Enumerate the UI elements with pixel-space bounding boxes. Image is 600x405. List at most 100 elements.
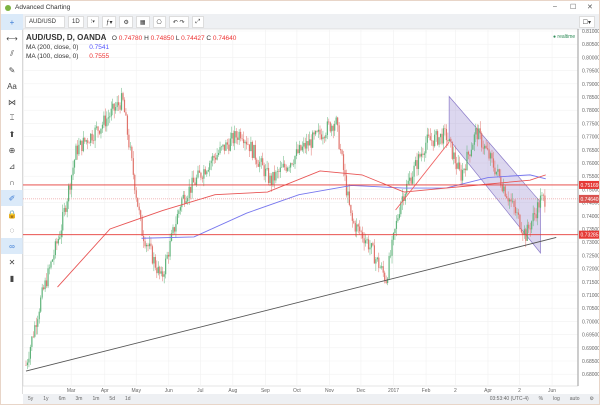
candle-body bbox=[94, 127, 96, 141]
candle-body bbox=[210, 160, 212, 164]
candle-body bbox=[441, 133, 443, 144]
candle-body bbox=[516, 212, 518, 214]
candle-body bbox=[134, 174, 136, 191]
gear-icon[interactable]: ⚙ bbox=[585, 396, 599, 402]
candle-body bbox=[281, 166, 283, 168]
low-value: 0.74427 bbox=[181, 35, 205, 42]
candle-body bbox=[429, 136, 431, 141]
candle-body bbox=[459, 162, 461, 170]
candle-body bbox=[507, 198, 509, 202]
candle-body bbox=[354, 222, 356, 232]
candle-body bbox=[460, 169, 462, 181]
candle-body bbox=[310, 139, 312, 148]
ma100-label[interactable]: MA (100, close, 0) bbox=[26, 53, 78, 60]
candle-body bbox=[167, 254, 170, 257]
candle-body bbox=[323, 137, 326, 139]
candle-body bbox=[43, 287, 45, 290]
candle-body bbox=[160, 271, 162, 274]
candle-body bbox=[237, 137, 239, 140]
ma200-label[interactable]: MA (200, close, 0) bbox=[26, 44, 78, 51]
l-label: L bbox=[175, 35, 180, 42]
range-1y[interactable]: 1y bbox=[38, 396, 53, 402]
candle-body bbox=[238, 131, 240, 140]
log-toggle[interactable]: log bbox=[548, 396, 565, 402]
candle-body bbox=[284, 163, 286, 168]
candle-body bbox=[337, 117, 339, 126]
candle-body bbox=[297, 149, 299, 154]
candle-body bbox=[88, 142, 90, 144]
x-tick-label: Aug bbox=[228, 388, 237, 393]
candle-body bbox=[494, 167, 496, 175]
candle-body bbox=[345, 175, 348, 196]
candle-body bbox=[392, 232, 395, 240]
candle-body bbox=[157, 266, 159, 274]
candle-body bbox=[509, 199, 511, 202]
candle-body bbox=[173, 227, 176, 232]
clock: 03:53:40 (UTC-4) bbox=[489, 396, 529, 402]
percent-toggle[interactable]: % bbox=[534, 396, 548, 402]
candle-body bbox=[506, 196, 508, 199]
candle-body bbox=[35, 325, 37, 327]
candle-body bbox=[147, 244, 149, 247]
candle-body bbox=[204, 169, 206, 175]
y-tick-label: 0.78500 bbox=[582, 95, 599, 101]
auto-toggle[interactable]: auto bbox=[565, 396, 585, 402]
range-5d[interactable]: 5d bbox=[104, 396, 120, 402]
candle-body bbox=[104, 115, 106, 127]
candle-body bbox=[381, 266, 383, 268]
candle-body bbox=[165, 258, 167, 275]
candle-body bbox=[313, 132, 315, 135]
candle-body bbox=[38, 311, 40, 320]
plot-area bbox=[22, 28, 579, 387]
candle-body bbox=[464, 168, 467, 171]
y-tick-label: 0.74000 bbox=[582, 214, 599, 220]
candle-body bbox=[216, 154, 218, 160]
y-tick-label: 0.80500 bbox=[582, 42, 599, 48]
candle-body bbox=[439, 133, 442, 138]
candle-body bbox=[132, 158, 134, 175]
candle-body bbox=[370, 243, 373, 248]
candle-body bbox=[331, 125, 333, 132]
candle-body bbox=[275, 171, 277, 181]
candle-body bbox=[197, 170, 199, 178]
bottom-bar: 5y 1y 6m 3m 1m 5d 1d 03:53:40 (UTC-4) % … bbox=[23, 394, 599, 404]
candle-body bbox=[367, 239, 370, 250]
range-3m[interactable]: 3m bbox=[71, 396, 88, 402]
range-1d[interactable]: 1d bbox=[120, 396, 136, 402]
candle-body bbox=[481, 133, 483, 148]
candle-body bbox=[125, 112, 127, 116]
candle-body bbox=[34, 325, 36, 337]
candle-body bbox=[131, 146, 133, 159]
candle-body bbox=[544, 195, 546, 207]
candle-body bbox=[438, 137, 440, 145]
candle-body bbox=[282, 163, 284, 167]
candle-body bbox=[397, 218, 399, 221]
candle-body bbox=[298, 145, 301, 154]
candle-body bbox=[107, 117, 109, 119]
candle-body bbox=[295, 149, 298, 156]
range-5y[interactable]: 5y bbox=[23, 396, 38, 402]
x-tick-label: 2 bbox=[518, 388, 521, 393]
candle-body bbox=[363, 238, 365, 244]
candle-body bbox=[148, 243, 151, 247]
candle-body bbox=[467, 151, 470, 155]
candle-body bbox=[412, 176, 414, 184]
candle-body bbox=[423, 153, 425, 155]
candle-body bbox=[154, 257, 156, 268]
candle-body bbox=[135, 190, 137, 198]
candle-body bbox=[379, 267, 381, 269]
range-6m[interactable]: 6m bbox=[54, 396, 71, 402]
candle-body bbox=[442, 128, 445, 144]
candle-body bbox=[519, 214, 521, 229]
candle-body bbox=[176, 213, 179, 225]
candle-body bbox=[482, 147, 484, 149]
candle-body bbox=[451, 141, 453, 159]
range-1m[interactable]: 1m bbox=[87, 396, 104, 402]
candle-body bbox=[65, 207, 67, 212]
candle-body bbox=[445, 128, 448, 141]
candle-body bbox=[342, 154, 345, 171]
candle-body bbox=[231, 132, 233, 139]
candle-body bbox=[536, 202, 539, 219]
high-value: 0.74850 bbox=[150, 35, 175, 42]
candle-body bbox=[319, 129, 321, 135]
